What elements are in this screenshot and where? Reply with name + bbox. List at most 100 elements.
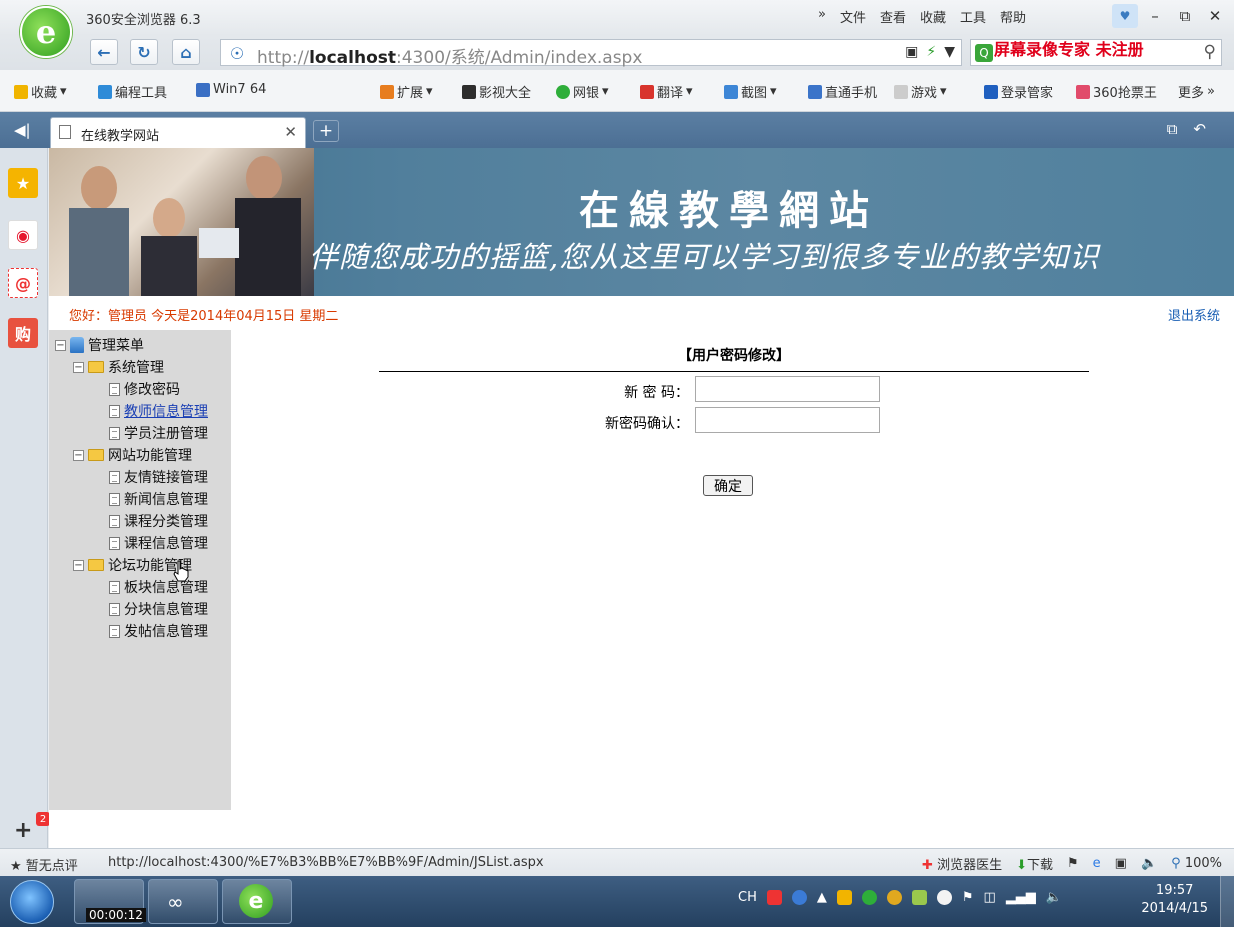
fav-ticket[interactable]: 360抢票王 <box>1076 82 1157 101</box>
search-icon[interactable]: ⚲ <box>1204 42 1216 62</box>
menu-item-label: 友情链接管理 <box>124 470 208 486</box>
ie-mode-icon[interactable]: e <box>1093 856 1101 871</box>
skin-icon[interactable]: ♥ <box>1112 4 1138 28</box>
fav-extensions[interactable]: 扩展 ▾ <box>380 82 433 101</box>
back-arrow-icon[interactable]: ← <box>90 39 118 65</box>
qq-icon[interactable] <box>936 890 952 905</box>
collapse-toggle-icon[interactable]: − <box>55 339 66 351</box>
menu-group-system[interactable]: − 系统管理 <box>73 357 164 377</box>
menu-item-change-password[interactable]: 修改密码 <box>109 379 180 399</box>
fav-win7[interactable]: Win7 64 <box>196 82 266 97</box>
input-language[interactable]: CH <box>738 890 757 905</box>
system-clock[interactable]: 19:57 2014/4/15 <box>1141 882 1208 918</box>
address-url[interactable]: http://localhost:4300/系统/Admin/index.asp… <box>257 43 642 68</box>
undo-close-icon[interactable]: ↶ <box>1193 120 1206 138</box>
security-icon[interactable] <box>861 890 877 905</box>
confirm-password-field[interactable] <box>695 407 880 433</box>
restore-button[interactable]: ⧉ <box>1172 4 1198 28</box>
fav-collect[interactable]: 收藏 ▾ <box>14 82 67 101</box>
menu-item-label: 教师信息管理 <box>124 404 208 420</box>
new-tab-button[interactable]: + <box>313 120 339 142</box>
network-icon[interactable]: ◫ <box>984 890 996 905</box>
menu-help[interactable]: 帮助 <box>1000 7 1026 26</box>
fav-more[interactable]: 更多 » <box>1178 82 1215 101</box>
weibo-icon[interactable]: ◉ <box>8 220 38 250</box>
flag-icon[interactable]: ⚑ <box>1067 856 1079 871</box>
speed-mode-icon[interactable]: ⚡ <box>926 44 936 60</box>
menu-item-news[interactable]: 新闻信息管理 <box>109 489 208 509</box>
favorites-star-icon[interactable]: ★ <box>8 168 38 198</box>
plus-icon[interactable] <box>886 890 902 905</box>
volume-icon[interactable]: 🔈 <box>1141 856 1157 871</box>
minimize-button[interactable]: – <box>1142 4 1168 28</box>
chevron-down-icon[interactable]: ▼ <box>944 44 955 60</box>
collapse-toggle-icon[interactable]: − <box>73 559 84 571</box>
tab-close-icon[interactable]: ✕ <box>284 123 297 141</box>
tray-expand-icon[interactable]: ▲ <box>817 890 827 905</box>
rating-status[interactable]: ★ 暂无点评 <box>10 855 78 874</box>
menu-item-friend-links[interactable]: 友情链接管理 <box>109 467 208 487</box>
tab-bar: ◀| 在线教学网站 ✕ + ⧉ ↶ <box>0 112 1234 148</box>
menu-item-course-category[interactable]: 课程分类管理 <box>109 511 208 531</box>
zoom-level[interactable]: ⚲ 100% <box>1171 856 1222 871</box>
menu-group-website[interactable]: − 网站功能管理 <box>73 445 192 465</box>
window-icon[interactable]: ▣ <box>1115 856 1127 871</box>
download-icon: ⬇ <box>1016 858 1027 873</box>
menu-item-board-info[interactable]: 板块信息管理 <box>109 577 208 597</box>
menu-item-label: 学员注册管理 <box>124 426 208 442</box>
menu-item-post-info[interactable]: 发帖信息管理 <box>109 621 208 641</box>
close-button[interactable]: ✕ <box>1202 4 1228 28</box>
add-sidebar-icon[interactable]: + <box>14 818 32 843</box>
key-icon <box>984 84 998 99</box>
menu-more[interactable]: » <box>818 7 826 26</box>
menu-item-teacher-info[interactable]: 教师信息管理 <box>109 401 208 421</box>
download-button[interactable]: ⬇下载 <box>1016 854 1053 873</box>
fav-programming-tools[interactable]: 编程工具 <box>98 82 167 101</box>
sidebar-collapse-icon[interactable]: ◀| <box>14 121 31 139</box>
logout-link[interactable]: 退出系统 <box>1168 305 1220 324</box>
menu-item-section-info[interactable]: 分块信息管理 <box>109 599 208 619</box>
sogou-icon[interactable] <box>766 890 782 905</box>
fav-games[interactable]: 游戏 ▾ <box>894 82 947 101</box>
tab-list-icon[interactable]: ⧉ <box>1167 120 1178 138</box>
app-icon[interactable] <box>911 890 927 905</box>
fav-movies[interactable]: 影视大全 <box>462 82 531 101</box>
collapse-toggle-icon[interactable]: − <box>73 361 84 373</box>
menu-item-course-info[interactable]: 课程信息管理 <box>109 533 208 553</box>
address-bar[interactable]: ☉ http://localhost:4300/系统/Admin/index.a… <box>220 39 962 68</box>
signal-icon[interactable]: ▂▄▆ <box>1006 890 1036 905</box>
extension-icon <box>380 84 394 99</box>
search-engine-icon[interactable]: Q <box>975 44 993 62</box>
start-button[interactable] <box>10 880 54 924</box>
help-icon[interactable] <box>791 890 807 905</box>
menu-item-student-register[interactable]: 学员注册管理 <box>109 423 208 443</box>
confirm-button[interactable]: 确定 <box>703 475 753 496</box>
shopping-icon[interactable]: 购 <box>8 318 38 348</box>
browser-doctor[interactable]: ✚ 浏览器医生 <box>922 854 1002 873</box>
fav-translate[interactable]: 翻译 ▾ <box>640 82 693 101</box>
menu-root[interactable]: − 管理菜单 <box>55 335 144 355</box>
menu-view[interactable]: 查看 <box>880 7 906 26</box>
qr-code-icon[interactable]: ▣ <box>905 44 918 60</box>
fav-phone[interactable]: 直通手机 <box>808 82 877 101</box>
new-password-field[interactable] <box>695 376 880 402</box>
clock-date: 2014/4/15 <box>1141 901 1208 916</box>
home-icon[interactable]: ⌂ <box>172 39 200 65</box>
action-center-flag-icon[interactable]: ⚑ <box>962 890 974 905</box>
tab-active[interactable]: 在线教学网站 ✕ <box>50 117 306 148</box>
menu-favorites[interactable]: 收藏 <box>920 7 946 26</box>
fav-ebank[interactable]: 网银 ▾ <box>556 82 609 101</box>
menu-file[interactable]: 文件 <box>840 7 866 26</box>
browser-logo-icon[interactable]: e <box>20 6 72 58</box>
shield-icon[interactable] <box>836 890 852 905</box>
taskbar-360-browser[interactable]: e <box>222 879 292 924</box>
speaker-icon[interactable]: 🔈 <box>1046 890 1062 905</box>
collapse-toggle-icon[interactable]: − <box>73 449 84 461</box>
fav-login-manager[interactable]: 登录管家 <box>984 82 1053 101</box>
show-desktop-button[interactable] <box>1220 876 1234 927</box>
menu-tools[interactable]: 工具 <box>960 7 986 26</box>
fav-screenshot[interactable]: 截图 ▾ <box>724 82 777 101</box>
refresh-icon[interactable]: ↻ <box>130 39 158 65</box>
email-icon[interactable]: @ <box>8 268 38 298</box>
taskbar-visual-studio[interactable]: ∞ <box>148 879 218 924</box>
